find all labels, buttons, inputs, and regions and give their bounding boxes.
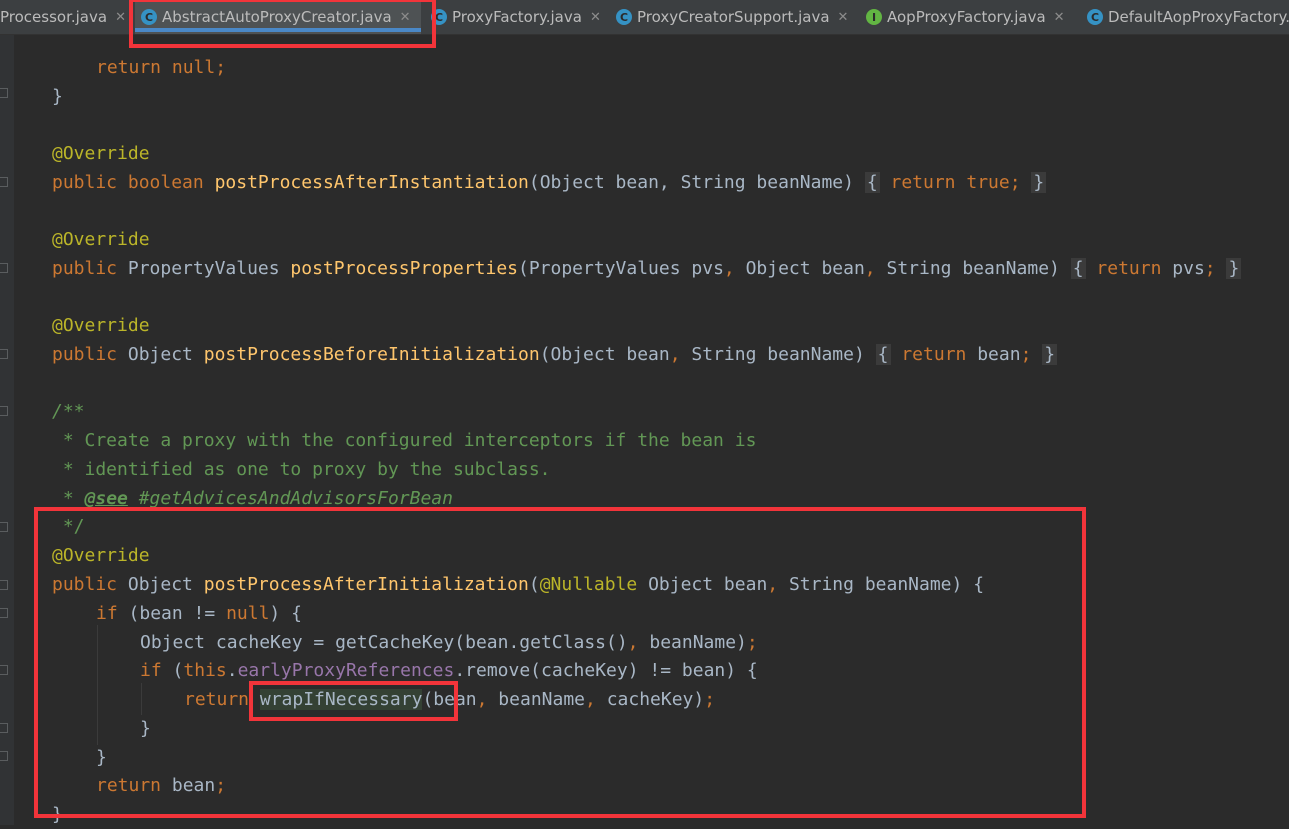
tab-proxy-creator-support[interactable]: C ProxyCreatorSupport.java ✕ xyxy=(616,0,848,34)
fold-marker[interactable] xyxy=(0,349,8,359)
fold-marker[interactable] xyxy=(0,522,8,532)
tab-label: Processor.java xyxy=(0,8,108,26)
fold-marker[interactable] xyxy=(0,608,8,618)
highlight-box-wrap-if-necessary xyxy=(249,681,458,721)
doc-comment-line[interactable]: /** xyxy=(52,397,85,426)
code-line[interactable]: public boolean postProcessAfterInstantia… xyxy=(52,168,1047,197)
highlight-box-active-tab xyxy=(129,0,436,48)
close-icon[interactable]: ✕ xyxy=(115,10,126,25)
close-icon[interactable]: ✕ xyxy=(838,10,849,25)
fold-marker[interactable] xyxy=(0,665,8,675)
code-line[interactable]: @Override xyxy=(52,225,150,254)
fold-marker[interactable] xyxy=(0,88,8,98)
highlight-box-method xyxy=(34,507,1086,818)
tab-default-aop-proxy-factory[interactable]: C DefaultAopProxyFactory. xyxy=(1087,0,1289,34)
code-line[interactable]: return null; xyxy=(96,53,226,82)
tab-aop-proxy-factory[interactable]: I AopProxyFactory.java ✕ xyxy=(866,0,1065,34)
code-line[interactable]: @Override xyxy=(52,139,150,168)
line-gutter xyxy=(0,35,14,825)
doc-comment-line[interactable]: * Create a proxy with the configured int… xyxy=(52,426,757,455)
close-icon[interactable]: ✕ xyxy=(590,10,601,25)
tab-label: AopProxyFactory.java xyxy=(887,8,1046,26)
code-line[interactable]: public Object postProcessBeforeInitializ… xyxy=(52,340,1058,369)
fold-marker[interactable] xyxy=(0,723,8,733)
fold-marker[interactable] xyxy=(0,580,8,590)
class-icon: C xyxy=(616,9,632,25)
tab-label: ProxyFactory.java xyxy=(452,8,582,26)
close-icon[interactable]: ✕ xyxy=(1054,10,1065,25)
doc-comment-line[interactable]: * identified as one to proxy by the subc… xyxy=(52,455,551,484)
tab-label: ProxyCreatorSupport.java xyxy=(637,8,830,26)
code-line[interactable]: @Override xyxy=(52,311,150,340)
fold-marker[interactable] xyxy=(0,406,8,416)
class-icon: C xyxy=(1087,9,1103,25)
code-line[interactable]: public PropertyValues postProcessPropert… xyxy=(52,254,1242,283)
fold-marker[interactable] xyxy=(0,751,8,761)
fold-marker[interactable] xyxy=(0,263,8,273)
fold-marker[interactable] xyxy=(0,177,8,187)
tab-label: DefaultAopProxyFactory. xyxy=(1108,8,1289,26)
tab-proxy-factory[interactable]: C ProxyFactory.java ✕ xyxy=(431,0,601,34)
interface-icon: I xyxy=(866,9,882,25)
tab-processor[interactable]: Processor.java ✕ xyxy=(0,0,126,34)
code-line[interactable]: } xyxy=(52,82,63,111)
